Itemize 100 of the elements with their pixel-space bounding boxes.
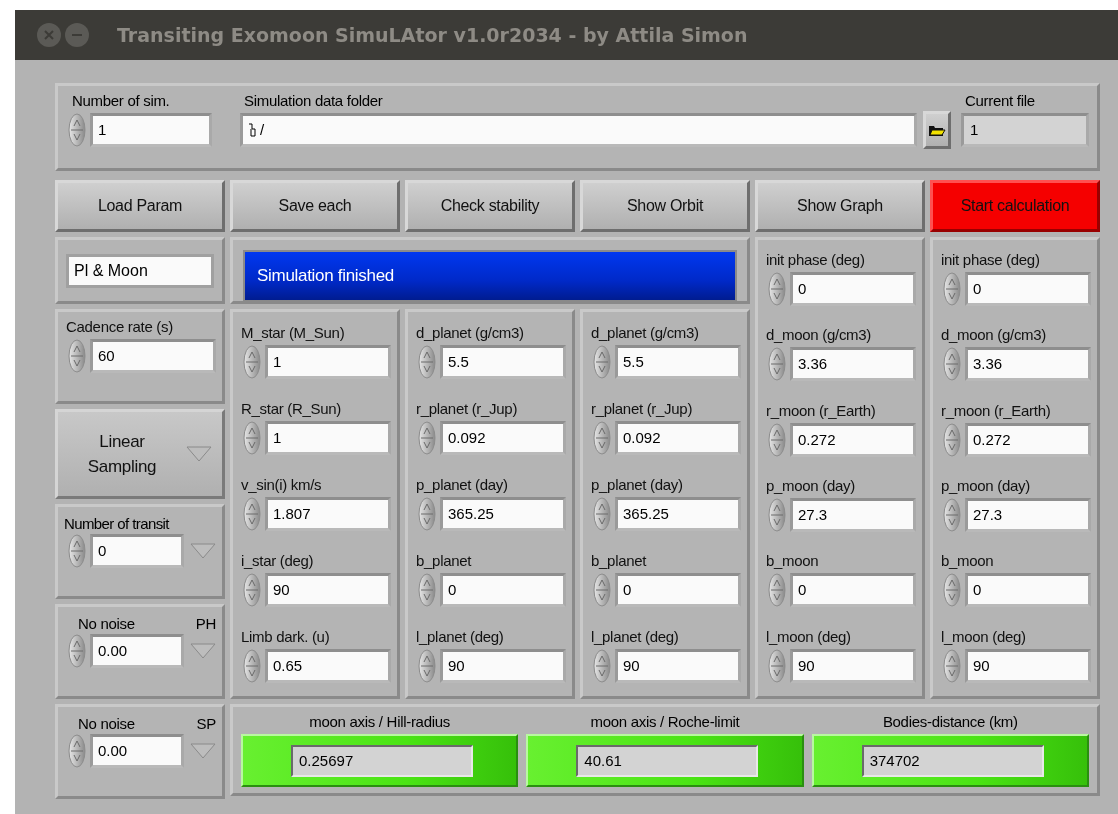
path-field[interactable]: / [240,113,917,147]
number-field[interactable]: 3.36 [968,350,1088,379]
number-field[interactable]: 90 [268,575,388,604]
number-field[interactable]: 0 [618,575,738,604]
number-field[interactable]: 5.5 [443,347,563,376]
stepper-button[interactable] [593,572,611,607]
number-field[interactable]: 90 [793,651,913,680]
field-label: b_moon [765,552,820,572]
field-label: l_moon (deg) [765,627,852,647]
stepper-button[interactable] [68,339,86,373]
stepper-button[interactable] [943,422,961,457]
stepper-button[interactable] [243,344,261,379]
stepper-button[interactable] [593,648,611,683]
stepper-button[interactable] [418,496,436,531]
stepper-button[interactable] [243,420,261,455]
stepper-button[interactable] [943,347,961,382]
number-field[interactable]: 0 [968,576,1088,605]
stepper-button[interactable] [768,347,786,382]
stepper-button[interactable] [943,648,961,683]
stepper-button[interactable] [768,498,786,533]
stepper-button[interactable] [768,573,786,608]
action-button[interactable]: Show Graph [755,180,925,232]
field-label: i_star (deg) [240,551,315,571]
stepper-button[interactable] [68,534,86,568]
browse-button[interactable] [923,111,951,149]
number-field[interactable]: 27.3 [793,501,913,530]
dropdown-icon[interactable] [190,743,216,759]
field-label: d_moon (g/cm3) [765,326,872,346]
stepper-button[interactable] [418,420,436,455]
dropdown-icon[interactable] [186,446,212,462]
noise-tag: PH [195,615,216,632]
minimize-button[interactable] [65,23,89,47]
action-button[interactable]: Load Param [55,180,225,232]
indicator-label: moon axis / Roche-limit [590,712,740,732]
number-field[interactable]: 0.092 [618,423,738,452]
stepper-button[interactable] [243,648,261,683]
number-field[interactable]: 0 [968,275,1088,304]
stepper-button[interactable] [943,272,961,307]
number-field[interactable]: 0.00 [93,737,181,765]
action-button[interactable]: Start calculation [930,180,1100,232]
number-field[interactable]: 0.272 [793,425,913,454]
action-button[interactable]: Save each [230,180,400,232]
dropdown-icon[interactable] [190,643,216,659]
field-label: Cadence rate (s) [65,318,174,337]
stepper-button[interactable] [768,648,786,683]
number-field[interactable]: 365.25 [443,499,563,528]
field-label: Limb dark. (u) [240,627,331,647]
stepper-button[interactable] [943,573,961,608]
field-label: d_planet (g/cm3) [590,323,700,343]
close-icon [44,30,54,40]
action-button[interactable]: Show Orbit [580,180,750,232]
number-field[interactable]: 0.00 [93,637,181,665]
number-field[interactable]: 0 [793,576,913,605]
stepper-button[interactable] [243,496,261,531]
field-label: init phase (deg) [940,251,1041,271]
stepper-button[interactable] [418,344,436,379]
number-field[interactable]: 0.092 [443,423,563,452]
number-field[interactable]: 60 [93,342,213,370]
number-field[interactable]: 0 [443,575,563,604]
dropdown-icon[interactable] [190,543,216,559]
field-label: r_moon (r_Earth) [940,401,1052,421]
number-field[interactable]: 0.65 [268,651,388,680]
mode-field[interactable]: Pl & Moon [69,256,211,285]
stepper-button[interactable] [768,422,786,457]
number-field[interactable]: 27.3 [968,501,1088,530]
number-field[interactable]: 90 [618,651,738,680]
number-field[interactable]: 0 [93,537,181,565]
action-button[interactable]: Check stability [405,180,575,232]
number-field[interactable]: 1 [93,116,209,144]
close-button[interactable] [37,23,61,47]
number-field[interactable]: 5.5 [618,347,738,376]
number-field[interactable]: 0 [793,275,913,304]
field-label: p_planet (day) [590,475,684,495]
stepper-button[interactable] [68,634,86,668]
stepper-button[interactable] [768,272,786,307]
number-field[interactable]: 3.36 [793,350,913,379]
stepper-button[interactable] [593,344,611,379]
number-field[interactable]: 1.807 [268,499,388,528]
number-field[interactable]: 90 [968,651,1088,680]
path-icon [248,123,256,137]
stepper-button[interactable] [593,420,611,455]
stepper-button[interactable] [68,113,86,147]
stepper-button[interactable] [418,572,436,607]
stepper-button[interactable] [243,572,261,607]
indicator-label: Bodies-distance (km) [882,712,1018,732]
stepper-button[interactable] [418,648,436,683]
stepper-button[interactable] [68,734,86,768]
number-field[interactable]: 1 [268,347,388,376]
sampling-dropdown[interactable]: Linear Sampling [55,409,225,499]
field-label: l_moon (deg) [940,627,1027,647]
field-label: r_moon (r_Earth) [765,401,877,421]
number-field[interactable]: 90 [443,651,563,680]
number-field[interactable]: 1 [268,423,388,452]
field-label: b_planet [590,551,648,571]
stepper-button[interactable] [593,496,611,531]
stepper-button[interactable] [943,498,961,533]
field-label: d_moon (g/cm3) [940,326,1047,346]
result-value: 374702 [861,744,1044,777]
number-field[interactable]: 0.272 [968,425,1088,454]
number-field[interactable]: 365.25 [618,499,738,528]
